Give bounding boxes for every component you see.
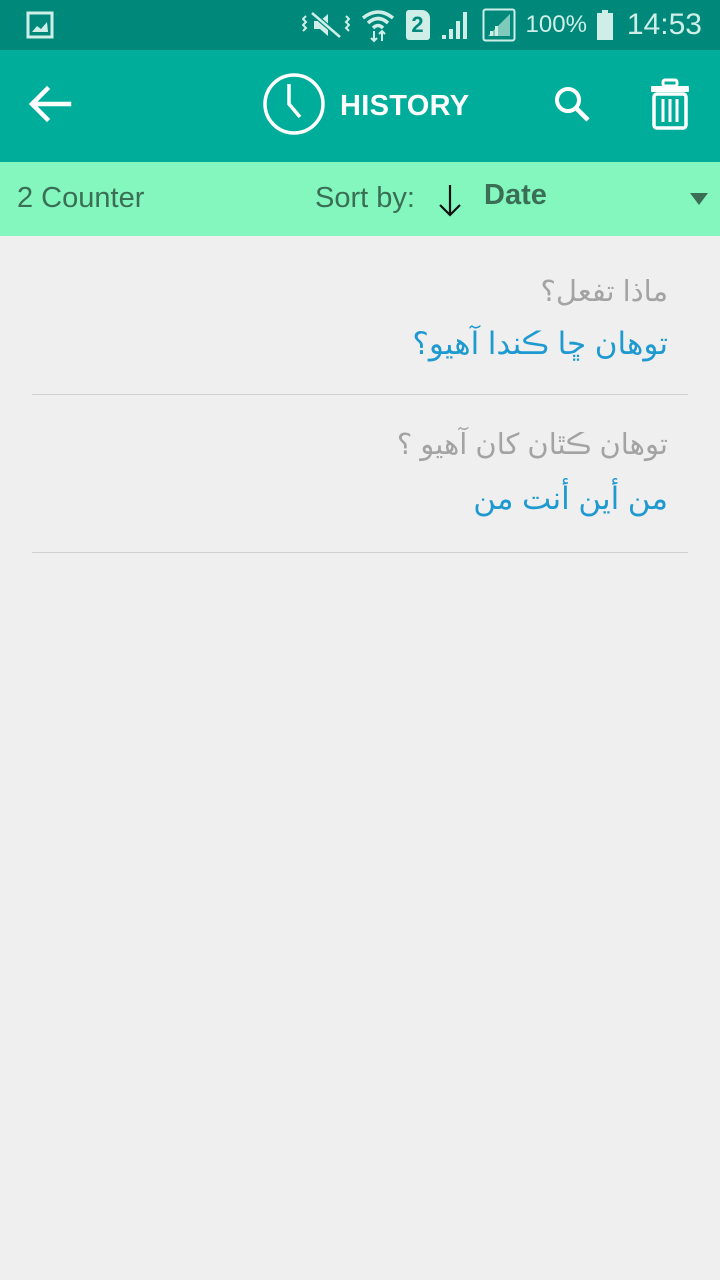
translation-text: توهان ڇا ڪندا آهيو؟ (412, 326, 668, 361)
sort-by-label: Sort by: (315, 182, 415, 214)
sim2-icon: 2 (405, 10, 430, 40)
source-text: ماذا تفعل؟ (540, 276, 668, 308)
vibrate-mute-icon (301, 10, 350, 40)
trash-icon (649, 78, 691, 135)
gallery-notification-icon (26, 11, 54, 39)
back-button[interactable] (22, 80, 78, 132)
history-item[interactable]: ماذا تفعل؟ توهان ڇا ڪندا آهيو؟ (0, 236, 720, 395)
arrow-left-icon (27, 84, 73, 129)
status-bar: 2 100% 14:53 (0, 0, 720, 50)
clock-icon (262, 72, 326, 141)
sort-bar: 2 Counter Sort by: Date (0, 162, 720, 236)
arrow-down-icon[interactable] (434, 182, 466, 218)
battery-icon (596, 10, 613, 40)
battery-percentage: 100% (525, 11, 587, 38)
sort-selected-value: Date (484, 179, 547, 211)
history-list: ماذا تفعل؟ توهان ڇا ڪندا آهيو؟ توهان ڪٿا… (0, 236, 720, 553)
history-item[interactable]: توهان ڪٿان کان آهيو ؟ من أين أنت من (0, 395, 720, 553)
title-text: HISTORY (340, 89, 470, 122)
signal-icon (440, 9, 472, 41)
history-counter: 2 Counter (17, 182, 145, 214)
translation-text: من أين أنت من (473, 481, 668, 516)
sort-dropdown[interactable]: Date (476, 162, 720, 236)
search-icon (552, 84, 592, 129)
clock-time: 14:53 (626, 8, 702, 41)
signal-roaming-icon (482, 8, 516, 42)
app-bar: HISTORY (0, 50, 720, 162)
search-button[interactable] (548, 82, 596, 130)
dropdown-caret-icon (690, 193, 708, 205)
delete-history-button[interactable] (644, 76, 696, 136)
wifi-data-icon (360, 7, 396, 43)
page-title: HISTORY (262, 72, 470, 141)
divider (32, 552, 688, 553)
source-text: توهان ڪٿان کان آهيو ؟ (396, 429, 668, 461)
